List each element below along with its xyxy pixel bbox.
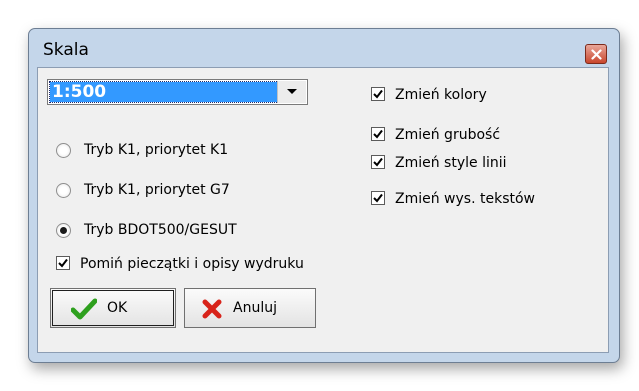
scale-select-value: 1:500 (49, 81, 279, 103)
checkmark-icon (373, 89, 383, 99)
checkmark-icon (373, 129, 383, 139)
option-change-text-height[interactable]: Zmień wys. tekstów (371, 189, 591, 211)
cancel-button[interactable]: Anuluj (184, 288, 316, 328)
dialog-window: Skala 1:500 Tryb K1, priorytet K1 Tryb K… (28, 28, 620, 363)
option-change-line-styles[interactable]: Zmień style linii (371, 153, 591, 175)
ok-button-label: OK (107, 300, 128, 316)
option-change-thickness[interactable]: Zmień grubość (371, 125, 591, 147)
ok-button[interactable]: OK (50, 288, 176, 328)
scale-select-dropdown-button[interactable] (277, 81, 306, 103)
x-icon (202, 299, 222, 319)
checkbox-label: Pomiń pieczątki i opisy wydruku (80, 256, 304, 272)
radio-button[interactable] (56, 223, 71, 238)
checkmark-icon (58, 258, 68, 268)
radio-mode-bdot500[interactable]: Tryb BDOT500/GESUT (56, 220, 316, 242)
checkbox[interactable] (371, 87, 385, 101)
radio-mode-k1-g7[interactable]: Tryb K1, priorytet G7 (56, 180, 316, 202)
close-icon (591, 49, 602, 60)
checkmark-icon (373, 157, 383, 167)
scale-select[interactable]: 1:500 (47, 79, 308, 105)
dialog-body: 1:500 Tryb K1, priorytet K1 Tryb K1, pri… (37, 67, 609, 353)
close-button[interactable] (585, 44, 607, 64)
checkmark-icon (71, 298, 97, 320)
checkbox[interactable] (371, 127, 385, 141)
skip-stamps-checkbox[interactable]: Pomiń pieczątki i opisy wydruku (56, 254, 396, 276)
cancel-button-label: Anuluj (233, 300, 277, 316)
checkbox-label: Zmień wys. tekstów (395, 191, 535, 207)
checkbox-label: Zmień kolory (395, 87, 487, 103)
radio-label: Tryb K1, priorytet K1 (84, 142, 229, 158)
radio-label: Tryb BDOT500/GESUT (84, 222, 237, 238)
option-change-colors[interactable]: Zmień kolory (371, 85, 591, 107)
chevron-down-icon (287, 89, 297, 94)
checkbox[interactable] (371, 155, 385, 169)
checkbox-label: Zmień grubość (395, 127, 501, 143)
radio-selected-dot (60, 227, 67, 234)
checkmark-icon (373, 193, 383, 203)
checkbox[interactable] (56, 256, 70, 270)
title-bar[interactable]: Skala (29, 29, 619, 67)
window-title: Skala (43, 40, 89, 60)
radio-button[interactable] (56, 143, 71, 158)
page: Skala 1:500 Tryb K1, priorytet K1 Tryb K… (0, 0, 639, 391)
checkbox-label: Zmień style linii (395, 155, 507, 171)
radio-label: Tryb K1, priorytet G7 (84, 182, 230, 198)
checkbox[interactable] (371, 191, 385, 205)
radio-mode-k1-k1[interactable]: Tryb K1, priorytet K1 (56, 140, 316, 162)
radio-button[interactable] (56, 183, 71, 198)
